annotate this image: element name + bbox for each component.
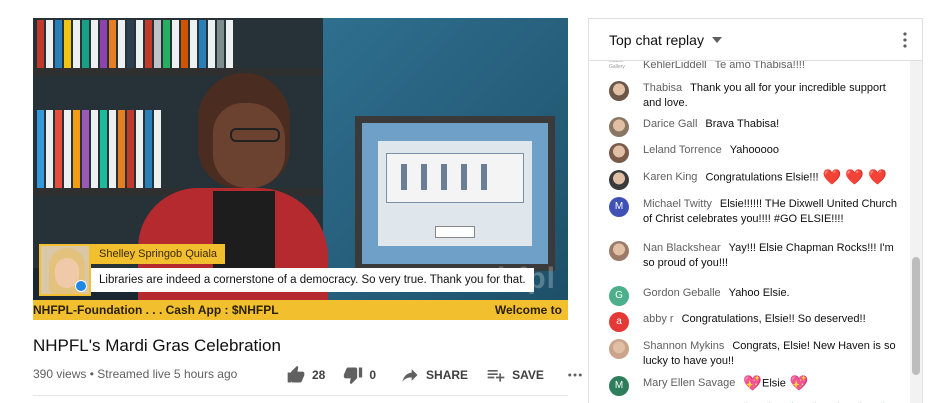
dislike-count: 0 <box>369 368 377 382</box>
chat-message-list[interactable]: Liddell Gallery KehlerLiddell Te amo Thabi… <box>589 61 911 403</box>
ticker-text-right: Welcome to <box>494 303 562 317</box>
avatar <box>609 241 629 261</box>
chat-author[interactable]: Nan Blackshear <box>643 242 721 254</box>
avatar <box>609 143 629 163</box>
like-count: 28 <box>312 368 326 382</box>
chat-text: Brava Thabisa! <box>705 118 780 130</box>
share-icon <box>402 369 418 382</box>
chat-header: Top chat replay <box>589 19 922 61</box>
avatar <box>609 170 629 190</box>
chat-message-partial: Liddell Gallery KehlerLiddell Te amo Thabi… <box>609 61 805 71</box>
emoji: ❤️ ❤️ ❤️ <box>822 169 887 186</box>
chat-message[interactable]: Karen King Congratulations Elsie!!! ❤️ ❤️ … <box>609 170 901 190</box>
avatar: a <box>609 312 629 332</box>
chat-message[interactable]: M Mary Ellen Savage 💖Elsie 💖 <box>609 376 901 396</box>
ticker-bar: NHFPL-Foundation . . . Cash App : $NHFPL… <box>33 300 568 320</box>
chat-message[interactable]: Shannon Mykins Congrats, Elsie! New Haven… <box>609 339 901 369</box>
chat-author[interactable]: Karen King <box>643 171 697 183</box>
avatar: M <box>609 376 629 396</box>
chat-message[interactable]: G Gordon Geballe Yahoo Elsie. <box>609 286 901 306</box>
emoji: 💖 <box>789 375 809 392</box>
chat-text: Yahoo Elsie. <box>728 287 790 299</box>
chat-author[interactable]: Leland Torrence <box>643 144 722 156</box>
chat-overlay: Shelley Springob Quiala Libraries are in… <box>39 244 534 300</box>
chat-text: Yahooooo <box>729 144 780 156</box>
save-label: SAVE <box>512 368 544 382</box>
facebook-icon <box>75 280 87 292</box>
chat-message[interactable]: Leland Torrence Yahooooo <box>609 143 901 163</box>
chat-author[interactable]: abby r <box>643 313 674 325</box>
chat-message[interactable]: Nan Blackshear Yay!!! Elsie Chapman Rocks… <box>609 241 901 271</box>
chat-author[interactable]: Thabisa <box>643 82 682 94</box>
share-label: SHARE <box>426 368 469 382</box>
like-button[interactable]: 28 <box>286 365 325 385</box>
action-bar: 28 0 SHARE SAVE <box>286 364 584 386</box>
overlay-message: Libraries are indeed a cornerstone of a … <box>91 268 534 292</box>
avatar: G <box>609 286 629 306</box>
share-button[interactable]: SHARE <box>400 365 468 385</box>
live-chat-panel: Top chat replay Liddell Gallery KehlerLid… <box>588 18 923 403</box>
more-actions-button[interactable] <box>566 366 584 384</box>
chat-message[interactable]: Darice Gall Brava Thabisa! <box>609 117 901 137</box>
avatar: Liddell Gallery <box>609 61 625 70</box>
chat-message[interactable]: Thabisa Thank you all for your incredible… <box>609 81 901 111</box>
chat-author[interactable]: Gordon Geballe <box>643 287 721 299</box>
chat-text: Elsie <box>762 377 786 390</box>
overlay-author: Shelley Springob Quiala <box>91 244 226 264</box>
scrollbar-thumb[interactable] <box>912 257 920 375</box>
video-meta: 390 views • Streamed live 5 hours ago <box>33 367 238 381</box>
chat-message[interactable]: M Michael Twitty Elsie!!!!!! THe Dixwell U… <box>609 197 901 227</box>
chat-author[interactable]: Michael Twitty <box>643 198 712 210</box>
video-player[interactable]: nhfpl Shelley Springob Quiala Libraries … <box>33 18 568 320</box>
chat-message[interactable]: a abby r Congratulations, Elsie!! So deser… <box>609 312 901 332</box>
video-title: NHPFL's Mardi Gras Celebration <box>33 336 281 355</box>
chat-author[interactable]: Darice Gall <box>643 118 697 130</box>
save-button[interactable]: SAVE <box>486 365 544 385</box>
chat-text: Congratulations, Elsie!! So deserved!! <box>681 313 866 325</box>
thumbs-down-icon <box>344 367 363 385</box>
avatar <box>609 117 629 137</box>
avatar <box>39 244 91 296</box>
avatar <box>609 81 629 101</box>
more-horizontal-icon <box>568 373 582 377</box>
emoji: 💖 <box>743 375 763 392</box>
chat-mode-dropdown[interactable]: Top chat replay <box>609 32 704 48</box>
thumbs-up-icon <box>287 365 305 383</box>
chat-scrollbar[interactable] <box>910 61 922 403</box>
caret-down-icon[interactable] <box>711 36 722 43</box>
ticker-text: NHFPL-Foundation . . . Cash App : $NHFPL <box>33 303 279 317</box>
dislike-button[interactable]: 0 <box>343 365 376 385</box>
divider <box>33 395 568 396</box>
playlist-add-icon <box>487 370 505 382</box>
more-vertical-icon[interactable] <box>902 32 908 48</box>
avatar: M <box>609 197 629 217</box>
chat-author[interactable]: Shannon Mykins <box>643 340 724 352</box>
avatar <box>609 339 629 359</box>
chat-author[interactable]: Mary Ellen Savage <box>643 377 735 389</box>
chat-text: Congratulations Elsie!!! <box>705 171 819 184</box>
